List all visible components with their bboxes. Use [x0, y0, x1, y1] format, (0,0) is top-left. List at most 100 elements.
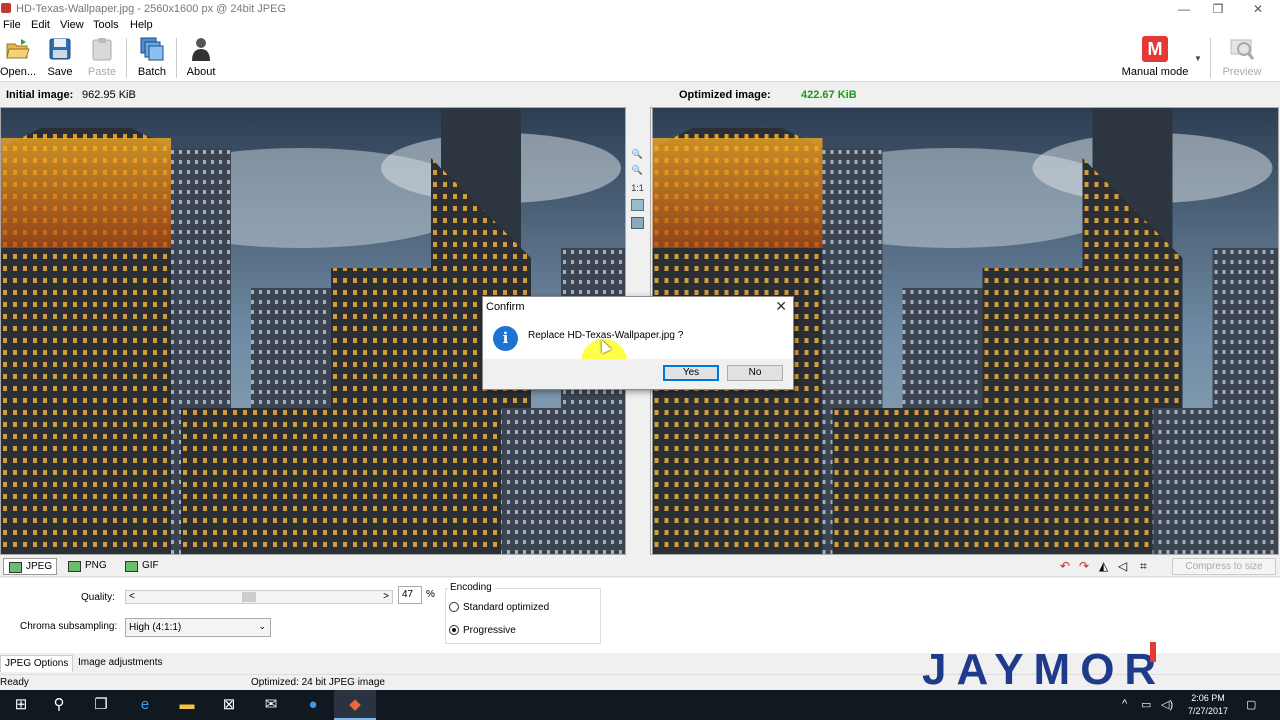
toolbar-separator — [176, 38, 177, 78]
mirror-icon[interactable]: ◁ — [1118, 559, 1127, 573]
info-icon: i — [493, 326, 518, 351]
clock-date: 7/27/2017 — [1187, 706, 1229, 716]
volume-icon[interactable]: ◁) — [1161, 698, 1173, 711]
optimized-image-size: 422.67 KiB — [801, 89, 857, 101]
title-bar: HD-Texas-Wallpaper.jpg - 2560x1600 px @ … — [0, 0, 1280, 18]
batch-button[interactable]: Batch — [134, 36, 170, 78]
image-icon — [68, 561, 81, 572]
zoom-actual-size-button[interactable]: 1:1 — [631, 183, 644, 195]
quality-label: Quality: — [81, 592, 115, 603]
quality-unit: % — [426, 589, 435, 600]
task-view-icon[interactable]: ❐ — [80, 690, 122, 720]
slider-right-arrow[interactable]: > — [383, 591, 389, 602]
status-ready: Ready — [0, 677, 29, 688]
quality-slider[interactable]: < > — [125, 590, 393, 604]
zoom-in-icon[interactable]: 🔍 — [631, 149, 644, 161]
toolbar-separator — [1210, 38, 1211, 78]
save-button[interactable]: Save — [44, 36, 76, 78]
quality-input[interactable]: 47 — [398, 586, 422, 604]
slider-left-arrow[interactable]: < — [129, 591, 135, 602]
yes-button[interactable]: Yes — [663, 365, 719, 381]
image-icon — [9, 562, 22, 573]
media-player-icon[interactable]: ● — [292, 690, 334, 720]
open-button[interactable]: Open... — [0, 36, 36, 78]
mode-dropdown-arrow[interactable]: ▼ — [1194, 54, 1202, 63]
jaymor-logo: JAYMOR — [922, 642, 1166, 690]
optimized-image-label: Optimized image: — [679, 89, 771, 101]
magnifier-icon — [1229, 36, 1255, 62]
chroma-label: Chroma subsampling: — [20, 621, 118, 632]
tab-gif[interactable]: GIF — [120, 558, 163, 575]
radio-button-selected[interactable] — [449, 625, 459, 635]
mail-icon[interactable]: ✉ — [250, 690, 292, 720]
menu-view[interactable]: View — [60, 19, 84, 31]
slider-thumb[interactable] — [242, 592, 257, 602]
menu-edit[interactable]: Edit — [31, 19, 50, 31]
folder-open-icon — [5, 36, 31, 62]
initial-image-label: Initial image: — [6, 89, 74, 101]
menu-tools[interactable]: Tools — [93, 19, 119, 31]
encoding-label: Encoding — [448, 582, 494, 593]
batch-icon — [139, 36, 165, 62]
tab-jpeg-options[interactable]: JPEG Options — [0, 655, 74, 672]
minimize-button[interactable]: — — [1166, 0, 1202, 18]
compare-icon[interactable] — [631, 217, 644, 229]
show-hidden-icons[interactable]: ^ — [1122, 698, 1127, 710]
radio-button[interactable] — [449, 602, 459, 612]
undo-icon[interactable]: ↶ — [1060, 559, 1070, 573]
logo-text: JAYMOR — [922, 645, 1166, 690]
tab-image-adjustments[interactable]: Image adjustments — [74, 655, 167, 672]
windows-start-icon[interactable]: ⊞ — [0, 690, 42, 720]
menu-bar: File Edit View Tools Help — [0, 18, 1280, 34]
person-icon — [188, 36, 214, 62]
taskbar: ⊞ ⚲ ❐ e ▬ ⊠ ✉ ● ◆ ^ ▭ ◁) 2:06 PM 7/27/20… — [0, 690, 1280, 720]
dialog-footer: Yes No — [483, 359, 793, 389]
dialog-close-icon[interactable]: ✕ — [775, 298, 787, 315]
app-icon — [1, 3, 11, 13]
initial-image-size: 962.95 KiB — [82, 89, 136, 101]
network-icon[interactable]: ▭ — [1141, 698, 1151, 711]
crop-icon[interactable]: ⌗ — [1140, 559, 1147, 574]
chroma-subsampling-select[interactable]: High (4:1:1) ⌄ — [125, 618, 271, 637]
menu-file[interactable]: File — [3, 19, 21, 31]
redo-icon[interactable]: ↷ — [1079, 559, 1089, 573]
chevron-down-icon: ⌄ — [258, 621, 266, 631]
edge-browser-icon[interactable]: e — [124, 690, 166, 720]
floppy-disk-icon — [47, 36, 73, 62]
store-icon[interactable]: ⊠ — [208, 690, 250, 720]
preview-button[interactable]: Preview — [1222, 36, 1262, 78]
clock-time: 2:06 PM — [1191, 693, 1225, 703]
logo-accent — [1150, 642, 1156, 662]
zoom-out-icon[interactable]: 🔍 — [631, 165, 644, 177]
clipboard-icon — [89, 36, 115, 62]
menu-help[interactable]: Help — [130, 19, 153, 31]
fit-window-icon[interactable] — [631, 199, 644, 211]
image-icon — [125, 561, 138, 572]
window-title: HD-Texas-Wallpaper.jpg - 2560x1600 px @ … — [16, 3, 286, 15]
paste-button[interactable]: Paste — [86, 36, 118, 78]
taskbar-clock[interactable]: 2:06 PM 7/27/2017 — [1180, 692, 1236, 718]
status-optimized: Optimized: 24 bit JPEG image — [251, 677, 385, 688]
flip-icon[interactable]: ◭ — [1099, 559, 1108, 573]
tab-jpeg[interactable]: JPEG — [3, 558, 58, 575]
dialog-title: Confirm — [486, 301, 525, 313]
close-window-button[interactable]: ✕ — [1240, 0, 1276, 18]
file-explorer-icon[interactable]: ▬ — [166, 690, 208, 720]
no-button[interactable]: No — [727, 365, 783, 381]
notification-icon[interactable]: ▢ — [1246, 698, 1256, 711]
image-optimizer-taskbar-icon[interactable]: ◆ — [334, 690, 376, 720]
compress-to-size-button[interactable]: Compress to size — [1172, 558, 1276, 575]
confirm-dialog: Confirm ✕ i Replace HD-Texas-Wallpaper.j… — [482, 296, 794, 390]
search-icon[interactable]: ⚲ — [38, 690, 80, 720]
size-info-row: Initial image: 962.95 KiB Optimized imag… — [0, 84, 1280, 106]
toolbar: Open... Save Paste Batch About M Manual … — [0, 34, 1280, 82]
manual-mode-button[interactable]: M Manual mode — [1120, 36, 1190, 78]
toolbar-separator — [126, 38, 127, 78]
radio-progressive[interactable]: Progressive — [449, 625, 516, 636]
manual-mode-icon: M — [1142, 36, 1168, 62]
about-button[interactable]: About — [184, 36, 218, 78]
maximize-button[interactable]: ❐ — [1200, 0, 1236, 18]
tab-png[interactable]: PNG — [63, 558, 111, 575]
radio-standard-optimized[interactable]: Standard optimized — [449, 602, 549, 613]
format-tabs-bar: JPEG PNG GIF ↶ ↷ ◭ ◁ ⌗ Compress to size — [0, 556, 1280, 577]
